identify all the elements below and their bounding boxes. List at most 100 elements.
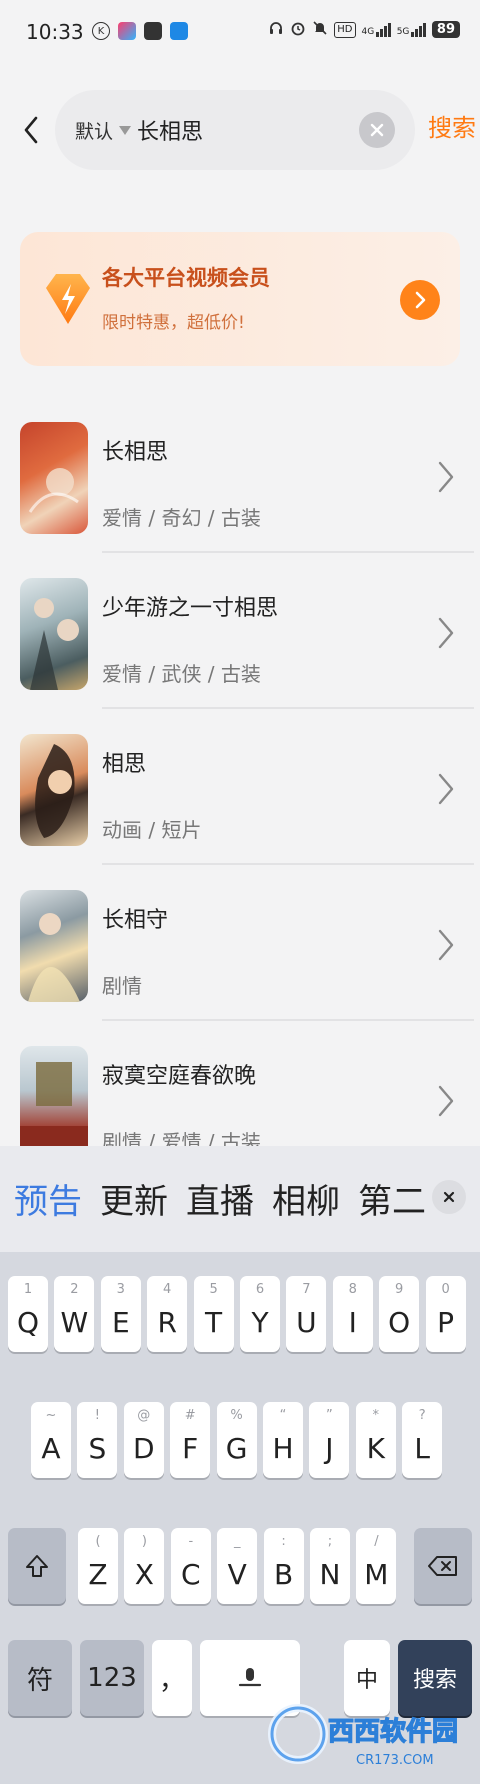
comma-key[interactable]: ，	[152, 1640, 192, 1716]
key-i[interactable]: 8I	[332, 1276, 373, 1352]
key-label: X	[134, 1558, 154, 1591]
key-label: U	[296, 1306, 317, 1339]
result-genres: 爱情 / 奇幻 / 古装	[102, 506, 261, 530]
key-secondary-label: 7	[302, 1282, 311, 1297]
candidate-close-button[interactable]	[432, 1180, 466, 1214]
key-label: S	[88, 1432, 107, 1465]
key-e[interactable]: 3E	[100, 1276, 141, 1352]
chevron-right-icon	[438, 773, 454, 805]
key-z[interactable]: (Z	[78, 1528, 118, 1604]
divider	[102, 707, 474, 709]
key-label: J	[325, 1432, 334, 1465]
key-p[interactable]: 0P	[425, 1276, 466, 1352]
search-input[interactable]	[137, 90, 337, 170]
key-secondary-label: /	[374, 1534, 379, 1549]
candidate-word[interactable]: 预告	[14, 1174, 82, 1223]
key-m[interactable]: / M	[356, 1528, 397, 1604]
watermark-logo-icon: 西西软件园 CR173.COM	[268, 1704, 459, 1768]
key-c[interactable]: -C	[170, 1528, 211, 1604]
result-row[interactable]: 长相守 剧情	[0, 886, 480, 1042]
result-row[interactable]: 少年游之一寸相思 爱情 / 武侠 / 古装	[0, 574, 480, 730]
key-y[interactable]: 6Y	[240, 1276, 280, 1352]
shift-key[interactable]	[8, 1528, 66, 1604]
alarm-icon	[290, 20, 306, 39]
clear-search-button[interactable]	[359, 112, 395, 148]
divider	[102, 863, 474, 865]
key-label: Y	[251, 1306, 269, 1339]
chevron-left-icon	[24, 116, 38, 144]
candidate-word[interactable]: 直播	[186, 1174, 254, 1223]
key-t[interactable]: 5T	[193, 1276, 234, 1352]
key-o[interactable]: 9O	[379, 1276, 420, 1352]
key-l[interactable]: ? L	[402, 1402, 443, 1478]
signal-4g: 4G	[362, 22, 391, 37]
vip-promo-banner[interactable]: 各大平台视频会员 限时特惠，超低价!	[20, 232, 460, 366]
svg-text:CR173.COM: CR173.COM	[356, 1753, 434, 1768]
store-icon	[170, 22, 188, 40]
key-secondary-label: 6	[255, 1282, 265, 1297]
candidate-word[interactable]: 第二	[358, 1174, 426, 1223]
divider	[102, 551, 474, 553]
promo-subtitle: 限时特惠，超低价!	[102, 313, 245, 333]
system-status: HD 4G 5G 89	[268, 20, 460, 39]
symbol-key[interactable]: 符	[8, 1640, 72, 1716]
backspace-key[interactable]	[414, 1528, 472, 1604]
key-f[interactable]: # F	[170, 1402, 211, 1478]
key-label: I	[348, 1306, 357, 1339]
key-secondary-label: (	[95, 1534, 101, 1549]
key-secondary-label: #	[184, 1408, 196, 1423]
candidate-word[interactable]: 更新	[100, 1174, 168, 1223]
clock: 10:33	[26, 20, 84, 44]
key-label: A	[41, 1432, 61, 1465]
key-h[interactable]: “H	[263, 1402, 303, 1478]
key-label: H	[272, 1432, 294, 1465]
key-x[interactable]: ) X	[124, 1528, 165, 1604]
signal-5g: 5G	[397, 22, 426, 37]
key-secondary-label: -	[188, 1534, 194, 1549]
caret-down-icon	[119, 125, 132, 135]
key-label: D	[133, 1432, 155, 1465]
key-n[interactable]: ; N	[310, 1528, 350, 1604]
key-b[interactable]: :B	[263, 1528, 304, 1604]
key-label: Q	[16, 1306, 40, 1339]
key-secondary-label: 2	[70, 1282, 79, 1297]
promo-go-button[interactable]	[400, 280, 440, 320]
key-label: O	[388, 1306, 411, 1339]
close-icon	[443, 1191, 455, 1203]
signal-bars-icon	[411, 22, 426, 37]
search-scope-dropdown[interactable]: 默认	[75, 90, 132, 170]
key-u[interactable]: 7U	[286, 1276, 327, 1352]
key-secondary-label: ~	[45, 1408, 57, 1423]
backspace-icon	[428, 1556, 457, 1576]
key-k[interactable]: * K	[355, 1402, 396, 1478]
search-button[interactable]: 搜索	[428, 108, 476, 143]
key-q[interactable]: 1Q	[8, 1276, 48, 1352]
key-g[interactable]: % G	[216, 1402, 257, 1478]
key-d[interactable]: @ D	[123, 1402, 164, 1478]
key-secondary-label: !	[94, 1408, 100, 1423]
key-j[interactable]: ” J	[309, 1402, 350, 1478]
key-a[interactable]: ~ A	[31, 1402, 71, 1478]
key-label: K	[366, 1432, 385, 1465]
candidate-word[interactable]: 相柳	[272, 1174, 340, 1223]
result-row[interactable]: 长相思 爱情 / 奇幻 / 古装	[0, 418, 480, 574]
key-secondary-label: 0	[441, 1282, 450, 1297]
key-label: V	[227, 1558, 247, 1591]
key-w[interactable]: 2W	[54, 1276, 95, 1352]
key-r[interactable]: 4R	[147, 1276, 188, 1352]
number-key[interactable]: 123	[80, 1640, 144, 1716]
mute-icon	[312, 20, 328, 39]
back-button[interactable]	[16, 110, 46, 150]
headset-icon	[268, 20, 284, 39]
result-title: 相思	[102, 752, 147, 777]
result-title: 长相思	[102, 440, 169, 465]
result-genres: 动画 / 短片	[102, 818, 202, 842]
key-secondary-label: ”	[326, 1408, 333, 1423]
site-watermark: 西西软件园 CR173.COM	[268, 1684, 480, 1784]
chevron-right-icon	[438, 461, 454, 493]
key-v[interactable]: _ V	[217, 1528, 258, 1604]
result-title: 寂寞空庭春欲晚	[102, 1064, 257, 1089]
result-row[interactable]: 相思 动画 / 短片	[0, 730, 480, 886]
key-s[interactable]: ! S	[77, 1402, 118, 1478]
key-label: B	[273, 1558, 294, 1591]
